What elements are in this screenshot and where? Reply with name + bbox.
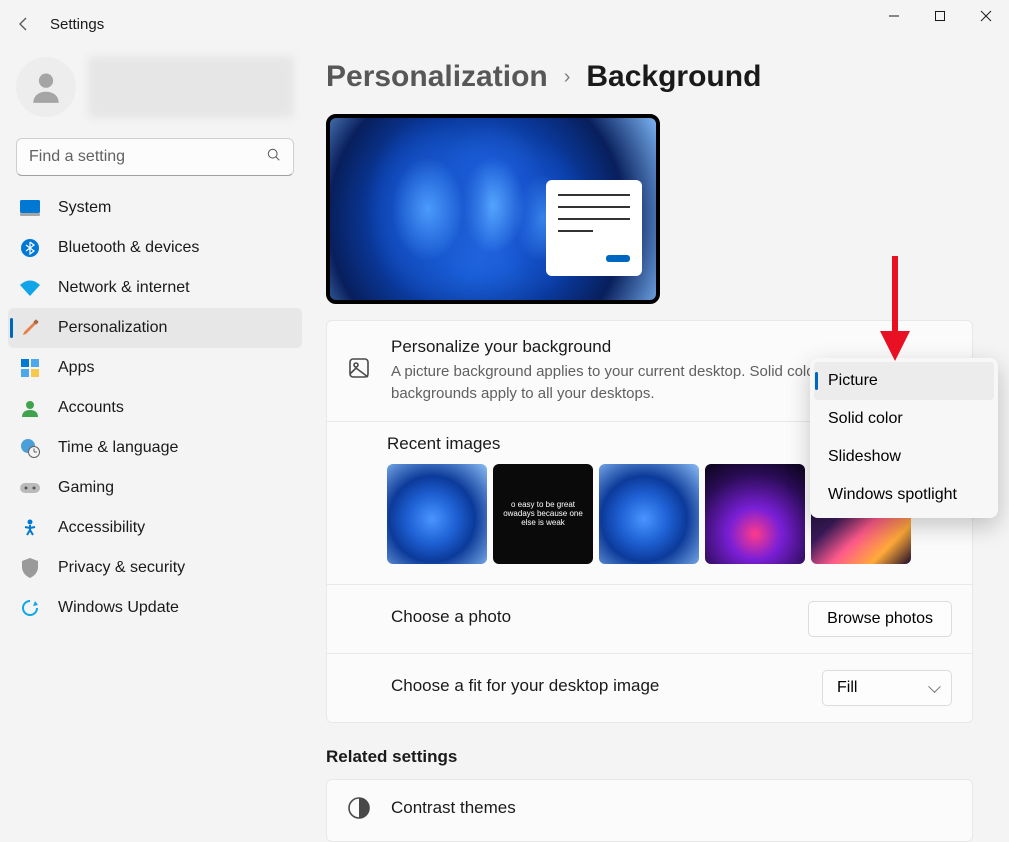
maximize-button[interactable] xyxy=(917,0,963,32)
sidebar-item-bluetooth[interactable]: Bluetooth & devices xyxy=(8,228,302,268)
sidebar-item-gaming[interactable]: Gaming xyxy=(8,468,302,508)
sidebar-item-label: Gaming xyxy=(58,479,114,497)
chevron-right-icon: › xyxy=(564,66,571,89)
sidebar-item-system[interactable]: System xyxy=(8,188,302,228)
shield-icon xyxy=(20,558,40,578)
minimize-button[interactable] xyxy=(871,0,917,32)
bluetooth-icon xyxy=(20,238,40,258)
title-bar: Settings xyxy=(0,0,1009,48)
sidebar-item-apps[interactable]: Apps xyxy=(8,348,302,388)
update-icon xyxy=(20,598,40,618)
search-input[interactable] xyxy=(16,138,294,176)
background-type-dropdown-menu: Picture Solid color Slideshow Windows sp… xyxy=(810,358,998,518)
recent-image-thumb[interactable] xyxy=(705,464,805,564)
sidebar-item-privacy[interactable]: Privacy & security xyxy=(8,548,302,588)
related-settings-header: Related settings xyxy=(326,747,973,767)
sidebar: System Bluetooth & devices Network & int… xyxy=(0,48,310,807)
sidebar-item-label: Windows Update xyxy=(58,599,179,617)
sidebar-item-network[interactable]: Network & internet xyxy=(8,268,302,308)
sidebar-item-accessibility[interactable]: Accessibility xyxy=(8,508,302,548)
picture-icon xyxy=(347,356,371,385)
dropdown-option-picture[interactable]: Picture xyxy=(814,362,994,400)
user-account-row[interactable] xyxy=(8,48,302,134)
setting-title: Personalize your background xyxy=(391,337,952,357)
person-icon xyxy=(20,398,40,418)
sidebar-item-label: System xyxy=(58,199,111,217)
paintbrush-icon xyxy=(20,318,40,338)
sidebar-item-label: Privacy & security xyxy=(58,559,185,577)
search-icon xyxy=(267,148,281,167)
dropdown-option-solid-color[interactable]: Solid color xyxy=(814,400,994,438)
preview-sample-window xyxy=(546,180,642,276)
choose-photo-row: Choose a photo Browse photos xyxy=(327,585,972,654)
sidebar-item-label: Network & internet xyxy=(58,279,190,297)
sidebar-item-personalization[interactable]: Personalization xyxy=(8,308,302,348)
accessibility-icon xyxy=(20,518,40,538)
breadcrumb-parent[interactable]: Personalization xyxy=(326,60,548,94)
monitor-icon xyxy=(20,198,40,218)
contrast-themes-label: Contrast themes xyxy=(391,798,516,818)
choose-fit-label: Choose a fit for your desktop image xyxy=(391,676,802,696)
sidebar-item-label: Accounts xyxy=(58,399,124,417)
sidebar-item-label: Apps xyxy=(58,359,94,377)
user-name-redacted xyxy=(88,56,294,118)
close-button[interactable] xyxy=(963,0,1009,32)
dropdown-option-windows-spotlight[interactable]: Windows spotlight xyxy=(814,476,994,514)
page-title: Background xyxy=(586,60,761,94)
browse-photos-button[interactable]: Browse photos xyxy=(808,601,952,637)
sidebar-item-label: Accessibility xyxy=(58,519,145,537)
contrast-themes-row[interactable]: Contrast themes xyxy=(326,779,973,842)
sidebar-item-label: Personalization xyxy=(58,319,167,337)
clock-globe-icon xyxy=(20,438,40,458)
sidebar-item-windows-update[interactable]: Windows Update xyxy=(8,588,302,628)
recent-image-thumb[interactable] xyxy=(387,464,487,564)
sidebar-item-accounts[interactable]: Accounts xyxy=(8,388,302,428)
fit-dropdown[interactable]: Fill xyxy=(822,670,952,706)
gamepad-icon xyxy=(20,478,40,498)
apps-icon xyxy=(20,358,40,378)
breadcrumb: Personalization › Background xyxy=(326,48,973,94)
wifi-icon xyxy=(20,278,40,298)
sidebar-item-label: Bluetooth & devices xyxy=(58,239,199,257)
choose-fit-row: Choose a fit for your desktop image Fill xyxy=(327,654,972,722)
recent-image-thumb[interactable] xyxy=(599,464,699,564)
window-title: Settings xyxy=(50,16,104,33)
contrast-icon xyxy=(347,796,371,825)
recent-image-thumb[interactable]: o easy to be great owadays because one e… xyxy=(493,464,593,564)
choose-photo-label: Choose a photo xyxy=(391,607,788,627)
sidebar-item-label: Time & language xyxy=(58,439,178,457)
sidebar-item-time-language[interactable]: Time & language xyxy=(8,428,302,468)
desktop-preview xyxy=(326,114,660,304)
avatar xyxy=(16,57,76,117)
dropdown-option-slideshow[interactable]: Slideshow xyxy=(814,438,994,476)
back-button[interactable] xyxy=(12,12,36,36)
